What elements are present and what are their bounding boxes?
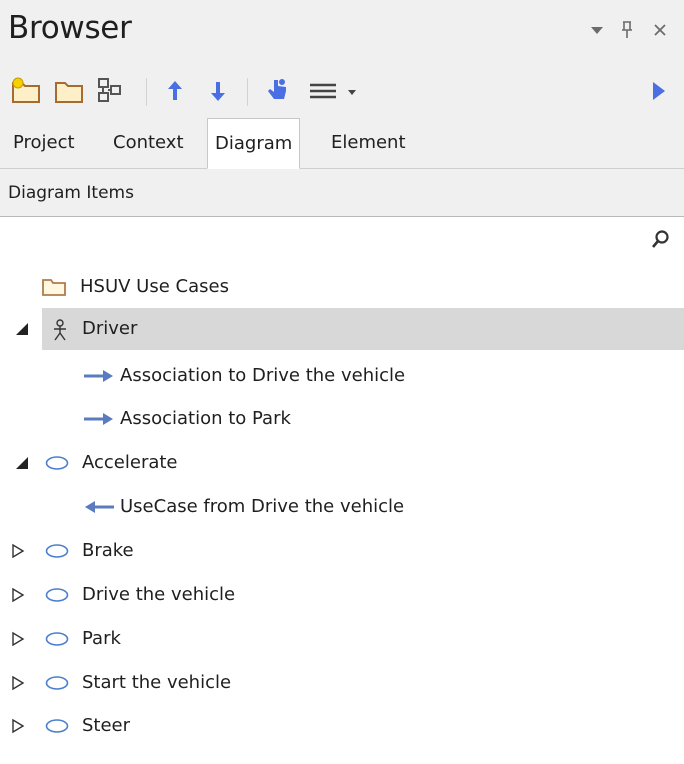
- toolbar: [0, 64, 684, 118]
- tab-project[interactable]: Project: [6, 118, 82, 168]
- expanded-icon[interactable]: [14, 320, 30, 338]
- search-icon[interactable]: [650, 228, 672, 254]
- dropdown-icon[interactable]: [590, 18, 604, 49]
- collapsed-icon[interactable]: [10, 542, 26, 560]
- usecase-icon: [44, 718, 70, 738]
- tree-item-label: Steer: [82, 715, 131, 736]
- usecase-icon: [44, 675, 70, 695]
- tab-element[interactable]: Element: [324, 118, 413, 168]
- tab-bar: Project Context Diagram Element: [0, 118, 684, 169]
- collapsed-icon[interactable]: [10, 630, 26, 648]
- arrow-right-icon: [82, 368, 116, 388]
- menu-icon[interactable]: [306, 76, 370, 110]
- pin-icon[interactable]: [620, 18, 634, 49]
- tree-item[interactable]: Association to Drive the vehicle: [0, 355, 684, 397]
- title-bar: Browser: [0, 0, 684, 64]
- usecase-icon: [44, 543, 70, 563]
- tree-item[interactable]: Drive the vehicle: [0, 574, 684, 616]
- usecase-icon: [44, 587, 70, 607]
- tree-item-label: Drive the vehicle: [82, 584, 236, 605]
- panel-title: Browser: [8, 10, 132, 46]
- arrow-left-icon: [82, 499, 116, 519]
- tree-item-label: Association to Drive the vehicle: [120, 365, 406, 386]
- tree-item-label: Accelerate: [82, 452, 178, 473]
- tree-item-label: Association to Park: [120, 408, 291, 429]
- move-up-icon[interactable]: [164, 76, 186, 110]
- collapsed-icon[interactable]: [10, 717, 26, 735]
- collapsed-icon[interactable]: [10, 674, 26, 692]
- tree-item-label: HSUV Use Cases: [80, 276, 229, 297]
- expanded-icon[interactable]: [14, 454, 30, 472]
- tree-item-label: Brake: [82, 540, 134, 561]
- tree-item[interactable]: Start the vehicle: [0, 662, 684, 704]
- tree-item-label: UseCase from Drive the vehicle: [120, 496, 405, 517]
- tab-context[interactable]: Context: [106, 118, 191, 168]
- folder-icon: [42, 277, 68, 301]
- new-folder-icon[interactable]: [54, 76, 86, 110]
- close-icon[interactable]: [652, 18, 668, 49]
- new-package-icon[interactable]: [11, 76, 43, 110]
- usecase-icon: [44, 455, 70, 475]
- diagram-items-header: Diagram Items: [0, 169, 684, 217]
- toolbar-separator: [146, 78, 147, 106]
- selection-highlight: [42, 308, 684, 350]
- tree-item[interactable]: Park: [0, 618, 684, 660]
- play-icon[interactable]: [648, 76, 670, 110]
- collapsed-icon[interactable]: [10, 586, 26, 604]
- usecase-icon: [44, 631, 70, 651]
- tab-diagram[interactable]: Diagram: [207, 118, 301, 169]
- toolbar-separator: [247, 78, 248, 106]
- move-down-icon[interactable]: [207, 76, 229, 110]
- tree-item[interactable]: Driver: [0, 308, 684, 350]
- tree-item[interactable]: HSUV Use Cases: [0, 266, 684, 308]
- tree-item[interactable]: Accelerate: [0, 442, 684, 484]
- locate-icon[interactable]: [264, 76, 290, 110]
- tree-item[interactable]: Steer: [0, 705, 684, 747]
- diagram-structure-icon[interactable]: [95, 76, 125, 110]
- tree-item[interactable]: UseCase from Drive the vehicle: [0, 486, 684, 528]
- tree-item[interactable]: Brake: [0, 530, 684, 572]
- arrow-right-icon: [82, 411, 116, 431]
- tree-item-label: Driver: [82, 318, 138, 339]
- tree-item-label: Start the vehicle: [82, 672, 232, 693]
- actor-icon: [50, 319, 70, 345]
- tree-item[interactable]: Association to Park: [0, 398, 684, 440]
- tree-item-label: Park: [82, 628, 121, 649]
